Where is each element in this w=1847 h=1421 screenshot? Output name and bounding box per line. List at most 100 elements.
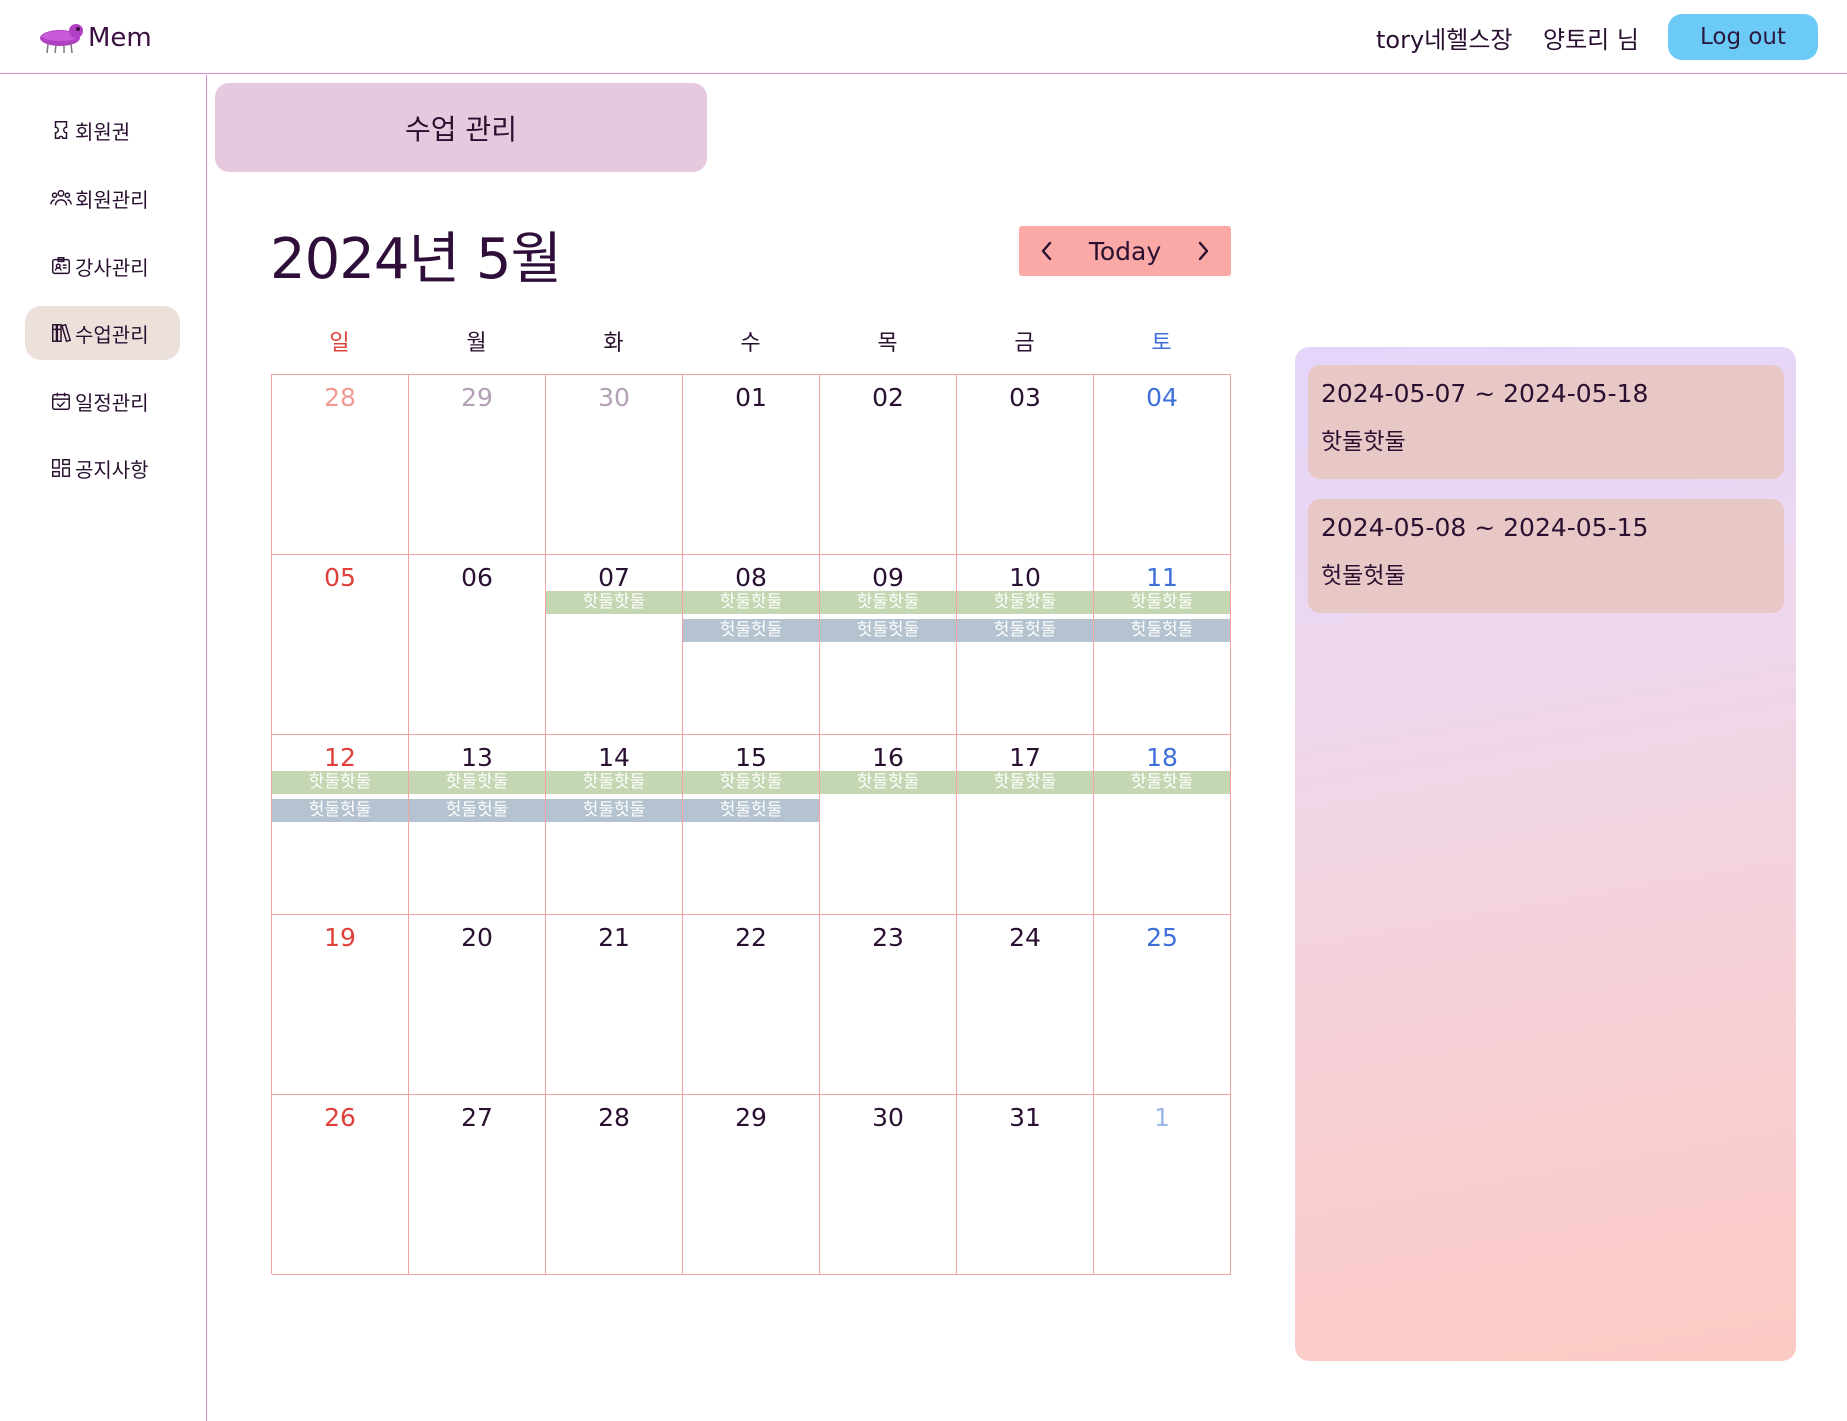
class-card[interactable]: 2024-05-07 ~ 2024-05-18 핫둘핫둘 — [1308, 365, 1784, 479]
class-event-bar[interactable]: 헛둘헛둘 — [272, 799, 408, 822]
day-number: 30 — [872, 1103, 904, 1132]
weekday-header: 일 월 화 수 목 금 토 — [271, 325, 1230, 357]
calendar-day-cell[interactable]: 02 — [820, 375, 957, 555]
sidebar-item-label: 수업관리 — [75, 322, 149, 347]
day-number: 14 — [598, 743, 630, 772]
calendar-day-cell[interactable]: 12 핫둘핫둘 헛둘헛둘 — [272, 735, 409, 915]
calendar-day-cell[interactable]: 30 — [820, 1095, 957, 1275]
sidebar-item-notices[interactable]: 공지사항 — [25, 441, 180, 495]
class-event-bar[interactable]: 헛둘헛둘 — [957, 619, 1093, 642]
class-event-bar[interactable]: 헛둘헛둘 — [820, 619, 956, 642]
day-number: 28 — [598, 1103, 630, 1132]
class-event-bar[interactable]: 핫둘핫둘 — [546, 591, 682, 614]
calendar-day-cell[interactable]: 15 핫둘핫둘헛둘헛둘 — [683, 735, 820, 915]
class-event-bar[interactable]: 핫둘핫둘 — [683, 771, 819, 794]
books-icon — [49, 321, 73, 345]
sidebar-item-membership[interactable]: 회원권 — [25, 103, 180, 157]
calendar-day-cell[interactable]: 10 핫둘핫둘 헛둘헛둘 — [957, 555, 1094, 735]
calendar-day-cell[interactable]: 11 핫둘핫둘헛둘헛둘 — [1094, 555, 1231, 735]
page-title-tab[interactable]: 수업 관리 — [215, 83, 707, 172]
calendar-day-cell[interactable]: 24 — [957, 915, 1094, 1095]
day-number: 02 — [872, 383, 904, 412]
day-number: 11 — [1146, 563, 1178, 592]
calendar-day-cell[interactable]: 04 — [1094, 375, 1231, 555]
calendar-day-cell[interactable]: 09 핫둘핫둘 헛둘헛둘 — [820, 555, 957, 735]
day-number: 25 — [1146, 923, 1178, 952]
day-number: 15 — [735, 743, 767, 772]
class-event-bar[interactable]: 핫둘핫둘 — [957, 771, 1093, 794]
calendar-day-cell[interactable]: 1 — [1094, 1095, 1231, 1275]
chevron-left-icon — [1041, 241, 1052, 261]
calendar-day-cell[interactable]: 08 핫둘핫둘 헛둘헛둘 — [683, 555, 820, 735]
calendar-day-cell[interactable]: 16 핫둘핫둘 — [820, 735, 957, 915]
calendar-day-cell[interactable]: 30 — [546, 375, 683, 555]
calendar-day-cell[interactable]: 05 — [272, 555, 409, 735]
calendar-day-cell[interactable]: 22 — [683, 915, 820, 1095]
class-event-bar[interactable]: 헛둘헛둘 — [546, 799, 682, 822]
day-number: 19 — [324, 923, 356, 952]
sidebar-item-trainers[interactable]: 강사관리 — [25, 239, 180, 293]
sidebar-item-classes[interactable]: 수업관리 — [25, 306, 180, 360]
class-event-bar[interactable]: 핫둘핫둘 — [683, 591, 819, 614]
day-number: 01 — [735, 383, 767, 412]
class-period: 2024-05-07 ~ 2024-05-18 — [1321, 379, 1649, 408]
class-event-bar[interactable]: 핫둘핫둘 — [1094, 591, 1230, 614]
calendar-day-cell[interactable]: 07 핫둘핫둘 — [546, 555, 683, 735]
calendar-day-cell[interactable]: 13 핫둘핫둘헛둘헛둘 — [409, 735, 546, 915]
class-event-bar[interactable]: 핫둘핫둘 — [820, 771, 956, 794]
calendar-day-cell[interactable]: 28 — [272, 375, 409, 555]
class-event-bar[interactable]: 핫둘핫둘 — [820, 591, 956, 614]
weekday-label: 금 — [1014, 331, 1035, 356]
prev-month-button[interactable] — [1033, 237, 1061, 265]
class-name: 헛둘헛둘 — [1321, 563, 1406, 589]
calendar-day-cell[interactable]: 29 — [409, 375, 546, 555]
calendar-day-cell[interactable]: 14 핫둘핫둘헛둘헛둘 — [546, 735, 683, 915]
calendar-day-cell[interactable]: 25 — [1094, 915, 1231, 1095]
class-event-bar[interactable]: 헛둘헛둘 — [1094, 619, 1230, 642]
class-event-bar[interactable]: 헛둘헛둘 — [409, 799, 545, 822]
users-icon — [49, 186, 73, 210]
id-badge-icon — [49, 254, 73, 278]
calendar-day-cell[interactable]: 26 — [272, 1095, 409, 1275]
calendar-day-cell[interactable]: 17 핫둘핫둘 — [957, 735, 1094, 915]
next-month-button[interactable] — [1189, 237, 1217, 265]
logout-button[interactable]: Log out — [1668, 14, 1818, 60]
today-button[interactable]: Today — [1089, 237, 1161, 266]
day-number: 18 — [1146, 743, 1178, 772]
calendar-day-cell[interactable]: 21 — [546, 915, 683, 1095]
calendar-day-cell[interactable]: 03 — [957, 375, 1094, 555]
weekday-label: 화 — [603, 331, 624, 356]
calendar-day-cell[interactable]: 06 — [409, 555, 546, 735]
class-event-bar[interactable]: 핫둘핫둘 — [409, 771, 545, 794]
day-number: 27 — [461, 1103, 493, 1132]
calendar-day-cell[interactable]: 01 — [683, 375, 820, 555]
weekday-label: 월 — [466, 331, 487, 356]
day-number: 21 — [598, 923, 630, 952]
calendar-day-cell[interactable]: 28 — [546, 1095, 683, 1275]
sidebar-item-schedule[interactable]: 일정관리 — [25, 374, 180, 428]
class-card[interactable]: 2024-05-08 ~ 2024-05-15 헛둘헛둘 — [1308, 499, 1784, 613]
calendar-day-cell[interactable]: 18 핫둘핫둘 — [1094, 735, 1231, 915]
calendar-day-cell[interactable]: 31 — [957, 1095, 1094, 1275]
class-event-bar[interactable]: 헛둘헛둘 — [683, 619, 819, 642]
class-event-bar[interactable]: 핫둘핫둘 — [957, 591, 1093, 614]
sidebar-item-members[interactable]: 회원관리 — [25, 171, 180, 225]
calendar-day-cell[interactable]: 20 — [409, 915, 546, 1095]
day-number: 28 — [324, 383, 356, 412]
weekday-label: 일 — [329, 331, 350, 356]
class-event-bar[interactable]: 핫둘핫둘 — [1094, 771, 1230, 794]
sidebar-item-label: 일정관리 — [75, 390, 149, 415]
class-event-bar[interactable]: 헛둘헛둘 — [683, 799, 819, 822]
day-number: 04 — [1146, 383, 1178, 412]
calendar-day-cell[interactable]: 19 — [272, 915, 409, 1095]
class-event-bar[interactable]: 핫둘핫둘 — [272, 771, 408, 794]
calendar-day-cell[interactable]: 29 — [683, 1095, 820, 1275]
calendar-day-cell[interactable]: 23 — [820, 915, 957, 1095]
sidebar-item-label: 회원관리 — [75, 187, 149, 212]
class-event-bar[interactable]: 핫둘핫둘 — [546, 771, 682, 794]
caterpillar-logo-icon — [40, 24, 83, 54]
top-header: Mem tory네헬스장 양토리 님 Log out — [0, 0, 1847, 74]
calendar-day-cell[interactable]: 27 — [409, 1095, 546, 1275]
day-number: 13 — [461, 743, 493, 772]
app-logo[interactable]: Mem — [38, 18, 152, 58]
